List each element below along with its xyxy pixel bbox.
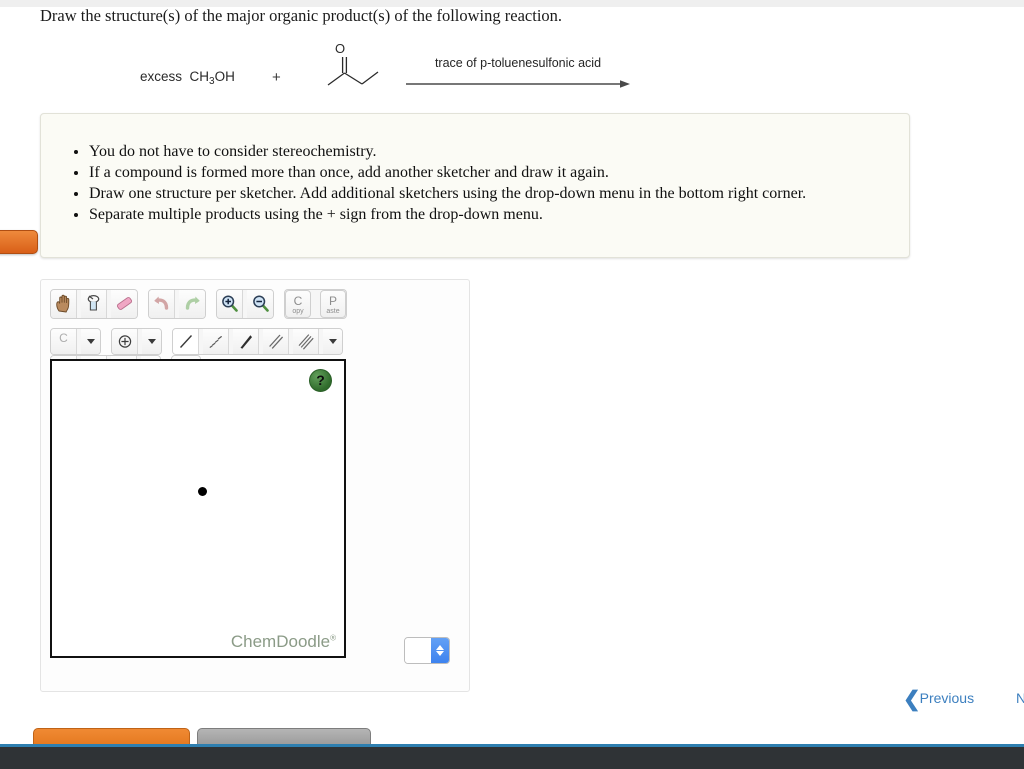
help-icon[interactable]: ? xyxy=(309,369,332,392)
list-item: Separate multiple products using the + s… xyxy=(89,205,909,226)
reaction-plus-sign: + xyxy=(272,69,281,86)
zoom-out-icon[interactable] xyxy=(247,290,273,318)
bond-single-icon[interactable] xyxy=(173,329,199,354)
redo-icon[interactable] xyxy=(179,290,205,318)
sketcher-count-stepper[interactable] xyxy=(404,637,450,664)
paste-button[interactable]: P aste xyxy=(320,290,346,318)
bond-double-icon[interactable] xyxy=(263,329,289,354)
charge-plus-icon[interactable] xyxy=(112,329,138,354)
element-carbon-label: C xyxy=(59,331,68,345)
reagent-formula-post: OH xyxy=(214,69,235,84)
page-title: Draw the structure(s) of the major organ… xyxy=(40,6,563,25)
tool-group-element: C xyxy=(50,328,101,355)
element-carbon-button[interactable]: C xyxy=(51,329,77,354)
instructions-box: You do not have to consider stereochemis… xyxy=(40,113,910,258)
tool-group-charge xyxy=(111,328,162,355)
copy-button-initial: C xyxy=(293,294,303,308)
stepper-down-arrow-icon[interactable] xyxy=(436,651,444,657)
instructions-list: You do not have to consider stereochemis… xyxy=(41,114,909,226)
brand-text: ChemDoodle xyxy=(230,632,331,651)
next-button[interactable]: N xyxy=(1016,690,1024,706)
reaction-arrow-group: trace of p-toluenesulfonic acid xyxy=(404,56,632,96)
tool-group-bonds xyxy=(172,328,343,355)
copy-button-rest: opy xyxy=(292,308,304,315)
previous-button[interactable]: ❮Previous xyxy=(903,688,975,711)
bond-dropdown-caret-icon[interactable] xyxy=(323,329,342,354)
sketcher-canvas[interactable]: ? ChemDoodle® xyxy=(50,359,346,658)
taskbar-accent-line xyxy=(0,744,1024,747)
bond-hash-icon[interactable] xyxy=(203,329,229,354)
reagent-label: excess CH3OH xyxy=(140,69,235,87)
list-item: Draw one structure per sketcher. Add add… xyxy=(89,184,909,205)
list-item: You do not have to consider stereochemis… xyxy=(89,142,909,163)
eraser-icon[interactable] xyxy=(111,290,137,318)
left-edge-tab[interactable] xyxy=(0,230,38,254)
stepper-value-field[interactable] xyxy=(405,638,431,663)
tool-group-history xyxy=(148,289,206,319)
element-dropdown-caret-icon[interactable] xyxy=(81,329,100,354)
paste-button-initial: P xyxy=(328,294,337,308)
reaction-scheme: excess CH3OH + O trace of p-toluenesulfo… xyxy=(120,38,680,100)
stepper-arrows-icon[interactable] xyxy=(431,638,449,663)
tool-group-clipboard: C opy P aste xyxy=(284,289,347,319)
brand-registered-mark: ® xyxy=(330,633,336,643)
zoom-in-icon[interactable] xyxy=(217,290,243,318)
svg-text:O: O xyxy=(335,41,345,56)
chemdoodle-brand-label: ChemDoodle® xyxy=(231,632,336,652)
copy-button[interactable]: C opy xyxy=(285,290,311,318)
reaction-arrow-icon xyxy=(406,80,630,88)
reagent-prefix: excess xyxy=(140,69,183,84)
sketcher-toolbar-row-1: C opy P aste xyxy=(50,289,347,319)
bond-wedge-icon[interactable] xyxy=(233,329,259,354)
canvas-atom-point[interactable] xyxy=(198,487,207,496)
chemdoodle-sketcher-panel: C opy P aste C ? ChemDoodle® xyxy=(40,279,470,692)
previous-button-label: Previous xyxy=(919,690,975,706)
undo-icon[interactable] xyxy=(149,290,175,318)
paste-button-rest: aste xyxy=(326,308,340,315)
hand-pan-icon[interactable] xyxy=(51,290,77,318)
reaction-conditions-label: trace of p-toluenesulfonic acid xyxy=(434,56,602,70)
tool-group-zoom xyxy=(216,289,274,319)
chevron-left-icon: ❮ xyxy=(903,688,921,711)
stepper-up-arrow-icon[interactable] xyxy=(436,644,444,650)
list-item: If a compound is formed more than once, … xyxy=(89,163,909,184)
bottom-bar-area xyxy=(0,718,1024,769)
reagent-formula-pre: CH xyxy=(189,69,210,84)
bond-triple-icon[interactable] xyxy=(293,329,319,354)
charge-dropdown-caret-icon[interactable] xyxy=(142,329,161,354)
lasso-select-icon[interactable] xyxy=(81,290,107,318)
taskbar xyxy=(0,744,1024,769)
substrate-structure-butanone: O xyxy=(327,41,379,86)
tool-group-manipulate xyxy=(50,289,138,319)
